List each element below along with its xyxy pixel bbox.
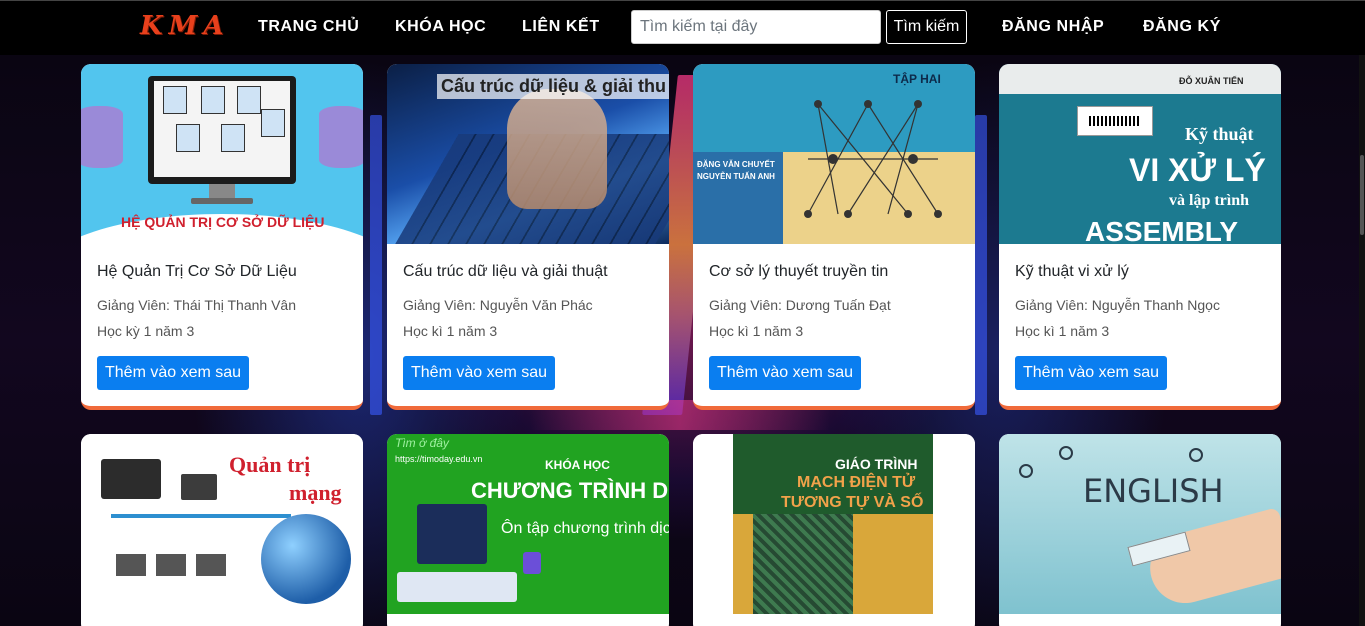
navbar: KMA TRANG CHỦ KHÓA HỌC LIÊN KẾT Tìm kiếm… [0,0,1365,55]
thumbnail-volume: TẬP HAI [893,72,941,86]
thumbnail-line: ASSEMBLY [1085,216,1239,244]
course-title[interactable]: Cơ sở lý thuyết truyền tin [709,263,888,281]
graph-diagram [804,100,942,218]
course-title[interactable]: Hệ Quản Trị Cơ Sở Dữ Liệu [97,263,297,281]
course-thumbnail[interactable]: Tìm ở đây https://timoday.edu.vn KHÓA HỌ… [387,434,669,614]
nav-link-courses[interactable]: KHÓA HỌC [395,18,486,36]
course-card: Quản trị mạng [81,434,363,626]
thumbnail-line: Ôn tập chương trình dịch [501,520,669,537]
page-scrollbar[interactable] [1359,55,1365,626]
register-link[interactable]: ĐĂNG KÝ [1143,18,1221,36]
thumbnail-line: CHƯƠNG TRÌNH DỊC [471,478,669,503]
course-thumbnail[interactable]: GIÁO TRÌNH MẠCH ĐIỆN TỬ TƯƠNG TỰ VÀ SỐ [693,434,975,614]
watch-later-button[interactable]: Thêm vào xem sau [1015,356,1168,390]
course-thumbnail[interactable]: ENGLISH [999,434,1281,614]
thumbnail-line: ENGLISH [1083,472,1224,510]
thumbnail-caption: Cấu trúc dữ liệu & giải thu [437,74,669,99]
thumbnail-line: GIÁO TRÌNH [835,456,918,472]
thumbnail-author: ĐỖ XUÂN TIẾN [1179,76,1244,86]
course-semester: Học kỳ 1 năm 3 [97,323,195,339]
watch-later-button[interactable]: Thêm vào xem sau [709,356,862,390]
course-teacher: Giảng Viên: Nguyễn Văn Phác [403,297,593,313]
course-card: ENGLISH [999,434,1281,626]
course-semester: Học kì 1 năm 3 [709,323,804,339]
thumbnail-caption: HỆ QUẢN TRỊ CƠ SỞ DỮ LIỆU [121,214,325,230]
course-thumbnail[interactable]: Quản trị mạng [81,434,363,614]
course-teacher: Giảng Viên: Nguyễn Thanh Ngọc [1015,297,1220,313]
course-title[interactable]: Cấu trúc dữ liệu và giải thuật [403,263,608,281]
thumbnail-line: mạng [289,480,342,505]
nav-link-home[interactable]: TRANG CHỦ [258,18,359,36]
search-button[interactable]: Tìm kiếm [886,10,967,44]
course-thumbnail[interactable]: TẬP HAI ĐẶNG VĂN CHUYẾT NGUYỄN TUẤN ANH [693,64,975,244]
thumbnail-line: Tìm ở đây [395,436,449,450]
site-logo[interactable]: KMA [140,11,230,41]
thumbnail-line: TƯƠNG TỰ VÀ SỐ [781,494,924,511]
watch-later-button[interactable]: Thêm vào xem sau [403,356,556,390]
watch-later-button[interactable]: Thêm vào xem sau [97,356,250,390]
thumbnail-line: KHÓA HỌC [545,458,610,472]
course-thumbnail[interactable]: Cấu trúc dữ liệu & giải thu [387,64,669,244]
thumbnail-line: VI XỬ LÝ [1129,152,1266,188]
course-thumbnail[interactable]: HỆ QUẢN TRỊ CƠ SỞ DỮ LIỆU [81,64,363,244]
course-card: GIÁO TRÌNH MẠCH ĐIỆN TỬ TƯƠNG TỰ VÀ SỐ [693,434,975,626]
course-teacher: Giảng Viên: Dương Tuấn Đạt [709,297,891,313]
course-semester: Học kì 1 năm 3 [403,323,498,339]
course-card: ĐỖ XUÂN TIẾN Kỹ thuật VI XỬ LÝ và lập tr… [999,64,1281,410]
course-card: HỆ QUẢN TRỊ CƠ SỞ DỮ LIỆU Hệ Quản Trị Cơ… [81,64,363,410]
thumbnail-line: https://timoday.edu.vn [395,454,483,464]
thumbnail-line: Quản trị [229,452,311,477]
course-thumbnail[interactable]: ĐỖ XUÂN TIẾN Kỹ thuật VI XỬ LÝ và lập tr… [999,64,1281,244]
thumbnail-line: và lập trình [1169,192,1250,209]
thumbnail-author: ĐẶNG VĂN CHUYẾT [697,160,775,169]
login-link[interactable]: ĐĂNG NHẬP [1002,18,1104,36]
course-card: TẬP HAI ĐẶNG VĂN CHUYẾT NGUYỄN TUẤN ANH … [693,64,975,410]
thumbnail-author: NGUYỄN TUẤN ANH [697,172,775,181]
course-card: Tìm ở đây https://timoday.edu.vn KHÓA HỌ… [387,434,669,626]
course-card: Cấu trúc dữ liệu & giải thu Cấu trúc dữ … [387,64,669,410]
nav-link-links[interactable]: LIÊN KẾT [522,18,600,36]
search-input[interactable] [631,10,881,44]
scrollbar-thumb[interactable] [1360,155,1364,235]
course-teacher: Giảng Viên: Thái Thị Thanh Vân [97,297,296,313]
course-semester: Học kì 1 năm 3 [1015,323,1110,339]
thumbnail-line: MẠCH ĐIỆN TỬ [797,474,916,491]
thumbnail-line: Kỹ thuật [1185,124,1254,144]
course-title[interactable]: Kỹ thuật vi xử lý [1015,263,1129,281]
